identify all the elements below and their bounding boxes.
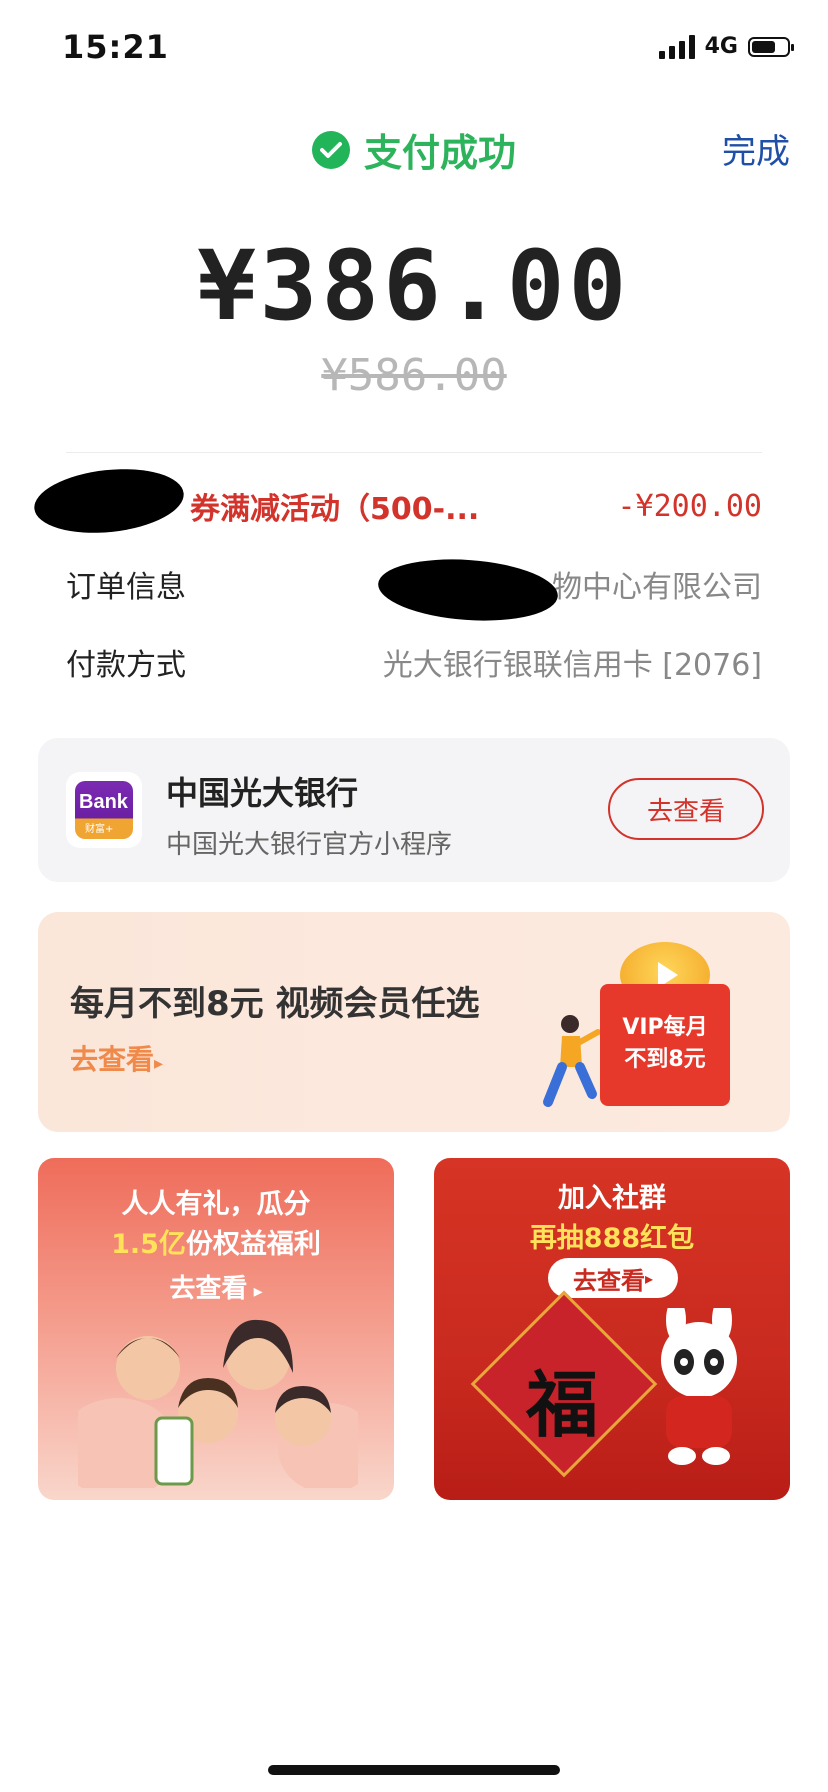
divider [66, 452, 762, 453]
paid-amount: ¥386.00 [197, 230, 631, 342]
promo-value: -¥200.00 [617, 488, 763, 524]
vip-badge-line1: VIP每月 [622, 1015, 708, 1040]
bank-subtitle: 中国光大银行官方小程序 [166, 830, 453, 860]
caret-right-icon: ▸ [644, 1268, 654, 1288]
promo-right-line2: 再抽888红包 [529, 1223, 695, 1254]
vip-banner-title: 每月不到8元 视频会员任选 [70, 984, 480, 1024]
promo-left-highlight: 1.5亿 [111, 1229, 186, 1260]
promo-right-button-text: 去查看 [572, 1266, 645, 1295]
order-info-value: 物中心有限公司 [552, 570, 762, 605]
vip-banner-link[interactable]: 去查看▸ [70, 1038, 163, 1078]
network-type: 4G [704, 34, 738, 59]
battery-icon [748, 36, 794, 57]
fu-character: 福 [526, 1362, 599, 1447]
check-icon [311, 130, 350, 169]
promo-card-community[interactable]: 加入社群 再抽888红包 去查看 ▸ 福 [434, 1158, 790, 1500]
bank-view-button[interactable]: 去查看 [608, 778, 764, 840]
promo-right-button[interactable]: 去查看 ▸ [548, 1258, 678, 1298]
redaction-scribble [31, 462, 187, 540]
home-indicator[interactable] [268, 1765, 560, 1775]
payment-status-text: 支付成功 [363, 131, 516, 175]
bank-title: 中国光大银行 [166, 774, 359, 812]
vip-badge-line2: 不到8元 [624, 1047, 706, 1072]
vip-banner[interactable]: 每月不到8元 视频会员任选 去查看▸ VIP每月不到8元 [38, 912, 790, 1132]
bank-miniprogram-card[interactable]: Bank 财富+ 中国光大银行 中国光大银行官方小程序 去查看 [38, 738, 790, 882]
promo-left-rest: 份权益福利 [185, 1229, 321, 1260]
bank-logo: Bank 财富+ [66, 772, 142, 848]
people-illustration [78, 1319, 358, 1488]
promo-left-line1: 人人有礼，瓜分 [121, 1189, 311, 1220]
bank-logo-sub: 财富+ [85, 824, 114, 835]
promo-right-line1: 加入社群 [558, 1183, 666, 1214]
payment-method-label: 付款方式 [66, 648, 186, 683]
vip-red-envelope: VIP每月不到8元 [600, 984, 730, 1106]
status-time: 15:21 [62, 28, 169, 66]
signal-icon [658, 34, 695, 59]
payment-method-value: 光大银行银联信用卡 [2076] [382, 648, 762, 683]
done-button[interactable]: 完成 [722, 124, 790, 173]
promo-left-line2: 1.5亿份权益福利 [38, 1222, 394, 1261]
promo-card-benefits[interactable]: 人人有礼，瓜分 1.5亿份权益福利 去查看 ▸ [38, 1158, 394, 1500]
status-icons: 4G [658, 34, 794, 59]
bank-logo-text: Bank [79, 791, 128, 813]
payment-method-row: 付款方式 光大银行银联信用卡 [2076] [66, 642, 762, 683]
vip-banner-link-text: 去查看 [70, 1043, 155, 1076]
order-info-label: 订单信息 [66, 570, 186, 605]
runner-illustration [543, 1015, 600, 1107]
original-amount: ¥586.00 [321, 350, 507, 401]
panda-mascot-illustration [661, 1308, 737, 1465]
payment-status: 支付成功 [0, 122, 828, 177]
caret-right-icon: ▸ [154, 1053, 164, 1074]
